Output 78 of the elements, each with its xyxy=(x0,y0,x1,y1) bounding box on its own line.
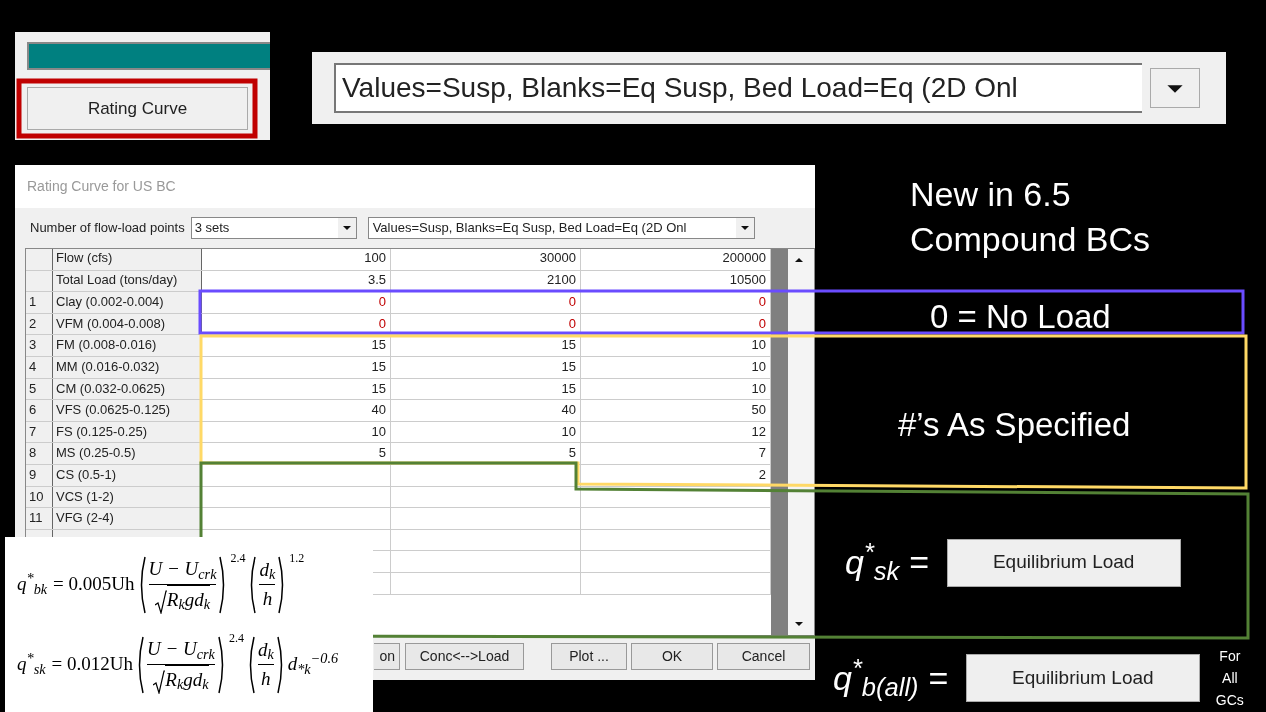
row-number: 9 xyxy=(26,464,53,486)
row-number: 3 xyxy=(26,335,53,356)
row-number: 10 xyxy=(26,486,53,508)
row-number: 4 xyxy=(26,356,53,378)
scrollbar[interactable] xyxy=(771,249,814,635)
row-number: 7 xyxy=(26,421,53,443)
dialog-button[interactable]: OK xyxy=(631,642,713,670)
row-label: MS (0.25-0.5) xyxy=(53,443,202,464)
exponent: 2.4 xyxy=(228,629,244,647)
fraction-numerator: d$_{k}$ xyxy=(259,557,276,584)
row-number: 6 xyxy=(26,400,53,421)
row-number: 8 xyxy=(26,443,53,464)
row-header-cell xyxy=(26,249,53,270)
exponent: 2.4 xyxy=(230,549,246,567)
table-cell: 5 xyxy=(391,443,581,464)
equation-coefficient: = 0.005Uh xyxy=(53,572,135,597)
row-label: Clay (0.002-0.004) xyxy=(53,292,202,313)
table-cell: 15 xyxy=(202,356,391,378)
exponent: 1.2 xyxy=(289,549,305,567)
headline-text: New in 6.5 xyxy=(910,174,1072,215)
table-cell: 2100 xyxy=(391,270,581,292)
table-cell: 15 xyxy=(202,335,391,356)
window-title: Rating Curve for US BC xyxy=(27,177,176,196)
fraction-denominator: R$_{k}$gd$_{k}$ xyxy=(166,584,211,614)
equilibrium-load-button[interactable]: Equilibrium Load xyxy=(946,538,1181,587)
mode-dropdown[interactable]: Values=Susp, Blanks=Eq Susp, Bed Load=Eq (2D Onl xyxy=(367,217,755,239)
table-cell: 10 xyxy=(391,421,581,443)
table-cell: 15 xyxy=(202,378,391,400)
points-dropdown[interactable]: 3 sets xyxy=(190,217,357,239)
table-cell: 0 xyxy=(391,292,581,313)
table-cell: 15 xyxy=(391,335,581,356)
dialog-button[interactable]: Plot ... xyxy=(551,642,627,670)
row-label: FM (0.008-0.016) xyxy=(53,335,202,356)
table-cell: 40 xyxy=(202,400,391,421)
fraction-denominator: R$_{k}$gd$_{k}$ xyxy=(165,664,209,694)
note-text: GCs xyxy=(1215,691,1244,710)
table-cell: 40 xyxy=(391,400,581,421)
dialog-button[interactable]: Conc<-->Load xyxy=(405,642,524,670)
square-root-icon xyxy=(154,590,167,614)
row-number: 2 xyxy=(26,313,53,335)
row-header-cell xyxy=(26,270,53,292)
fraction-numerator: U − U$_{crk}$ xyxy=(146,637,215,664)
row-label: VFG (2-4) xyxy=(53,508,202,529)
table-cell: 100 xyxy=(202,249,391,270)
table-cell: 30000 xyxy=(391,249,581,270)
rating-curve-button[interactable]: Rating Curve xyxy=(27,87,248,130)
table-cell: 5 xyxy=(202,443,391,464)
fraction-denominator: h xyxy=(261,667,271,691)
headline-text: Compound BCs xyxy=(910,219,1150,260)
points-label: Number of flow-load points xyxy=(30,219,185,238)
row-label: Total Load (tons/day) xyxy=(53,270,202,292)
table-cell: 10 xyxy=(202,421,391,443)
row-number: 11 xyxy=(26,508,53,529)
table-cell: 3.5 xyxy=(202,270,391,292)
zero-load-note: 0 = No Load xyxy=(930,297,1111,337)
table-cell: 0 xyxy=(391,313,581,335)
fraction-numerator: U − U$_{crk}$ xyxy=(148,557,217,584)
fraction-denominator: h xyxy=(262,587,273,611)
dialog-button[interactable]: on xyxy=(374,642,400,670)
equilibrium-load-button[interactable]: Equilibrium Load xyxy=(965,654,1200,702)
fraction-numerator: d$_{k}$ xyxy=(257,637,274,664)
mode-dropdown[interactable]: Values=Susp, Blanks=Eq Susp, Bed Load=Eq (2D Onl xyxy=(312,52,1226,124)
dialog-button[interactable]: Cancel xyxy=(717,642,810,670)
note-text: All xyxy=(1222,669,1238,688)
row-label: VFS (0.0625-0.125) xyxy=(53,400,202,421)
equation-coefficient: = 0.012Uh xyxy=(51,652,133,677)
row-label: Flow (cfs) xyxy=(53,249,202,270)
specified-note: #’s As Specified xyxy=(898,405,1131,445)
row-number: 1 xyxy=(26,292,53,313)
square-root-icon xyxy=(153,670,166,694)
equation-symbol: q$^{*}$$_{b(all)}$ = xyxy=(833,652,948,703)
row-number: 5 xyxy=(26,378,53,400)
note-text: For xyxy=(1219,647,1241,666)
table-cell: 15 xyxy=(391,378,581,400)
table-cell: 15 xyxy=(391,356,581,378)
equation-symbol: q$^{*}$$_{sk}$ = xyxy=(845,537,929,588)
table-cell: 0 xyxy=(202,313,391,335)
table-cell: 0 xyxy=(202,292,391,313)
